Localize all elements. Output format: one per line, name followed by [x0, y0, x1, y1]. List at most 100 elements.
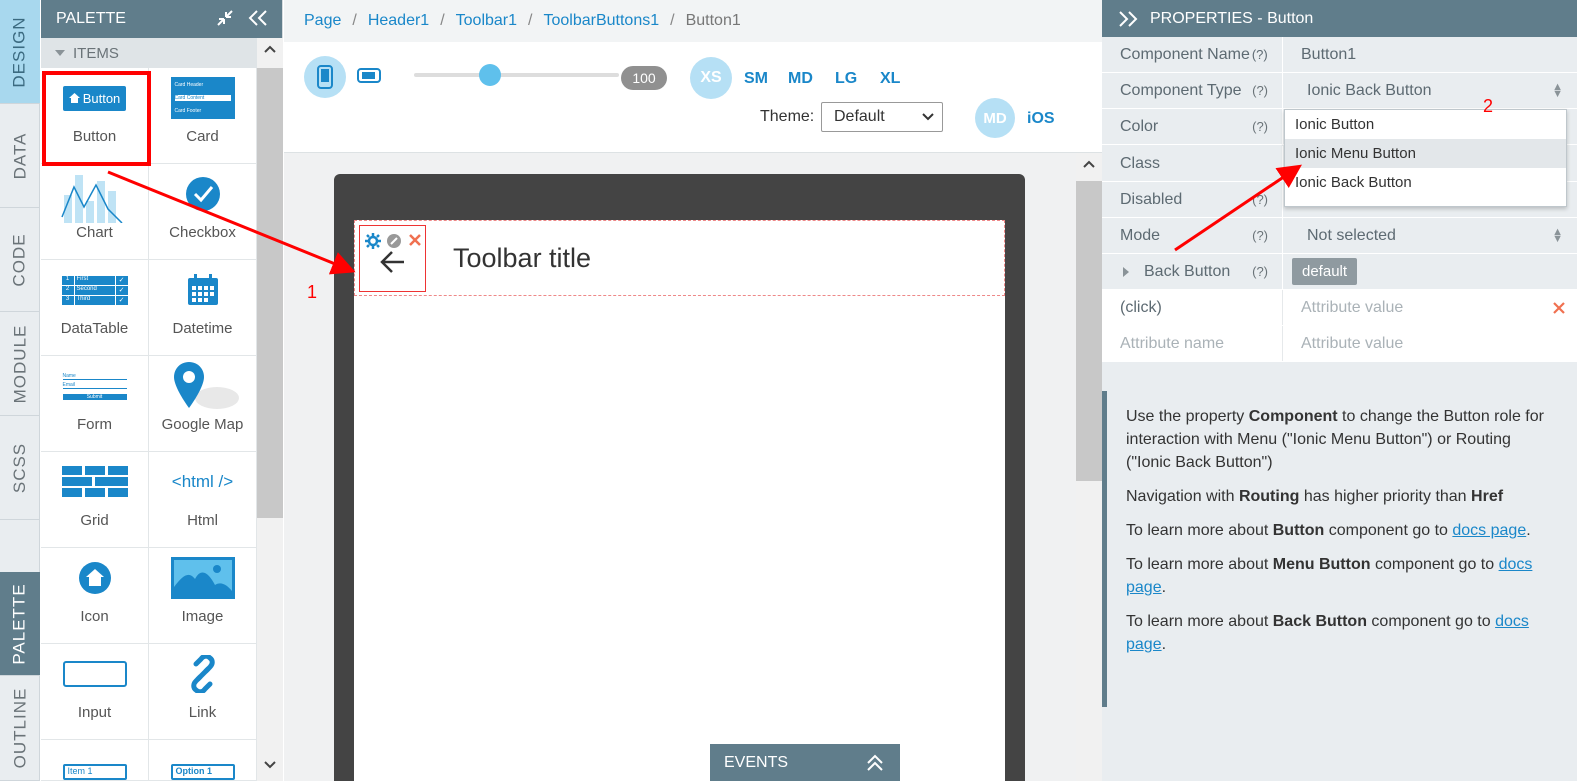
link-icon — [190, 655, 215, 693]
palette-item-datetime[interactable]: Datetime — [149, 260, 257, 356]
palette-item-form[interactable]: Name Email Submit Form — [41, 356, 149, 452]
info-paragraph-4: To learn more about Menu Button componen… — [1126, 556, 1533, 596]
device-screen: Toolbar title — [354, 220, 1005, 781]
mode-select[interactable]: Not selected ▲ ▼ — [1283, 218, 1577, 253]
button-highlight-box — [42, 71, 151, 166]
tab-module[interactable]: MODULE — [0, 312, 40, 416]
dropdown-option-ionic-menu-button[interactable]: Ionic Menu Button — [1285, 139, 1566, 168]
tablet-landscape-icon[interactable] — [357, 66, 381, 84]
collapse-triangle-icon — [55, 50, 65, 56]
info-paragraph-1: Use the property Component to change the… — [1126, 408, 1544, 471]
click-attr-name[interactable]: (click) — [1120, 299, 1162, 317]
palette-item-list[interactable]: Item 1 — [41, 740, 149, 781]
component-name-value[interactable]: Button1 — [1301, 46, 1356, 64]
prop-row-component-name: Component Name (?) Button1 — [1102, 37, 1577, 73]
palette-item-html[interactable]: <html /> Html — [149, 452, 257, 548]
canvas-scroll-thumb[interactable] — [1076, 181, 1102, 481]
calendar-icon — [187, 274, 218, 305]
input-icon — [62, 661, 127, 687]
palette-item-radio[interactable]: Option 1 — [149, 740, 257, 781]
design-canvas: Toolbar title 1 EVENTS — [284, 153, 1102, 781]
mode-ios-button[interactable]: iOS — [1027, 110, 1055, 128]
updown-arrows-icon: ▲ ▼ — [1552, 226, 1563, 245]
palette-item-icon[interactable]: Icon — [41, 548, 149, 644]
palette-item-image[interactable]: Image — [149, 548, 257, 644]
tab-palette[interactable]: PALETTE — [0, 572, 40, 676]
close-icon[interactable] — [409, 234, 421, 246]
docs-link-button[interactable]: docs page — [1452, 522, 1526, 539]
gear-icon[interactable] — [365, 233, 381, 249]
breadcrumb: Page / Header1 / Toolbar1 / ToolbarButto… — [284, 0, 1102, 42]
breadcrumb-current: Button1 — [685, 12, 741, 29]
breadcrumb-page[interactable]: Page — [304, 12, 341, 30]
palette-item-checkbox[interactable]: Checkbox — [149, 164, 257, 260]
mode-md-button[interactable]: MD — [975, 98, 1015, 138]
palette-item-grid[interactable]: Grid — [41, 452, 149, 548]
theme-select[interactable]: Default — [821, 102, 943, 132]
zoom-slider-handle[interactable] — [479, 64, 501, 86]
double-chevron-left-icon[interactable] — [248, 9, 268, 27]
events-panel-toggle[interactable]: EVENTS — [710, 744, 900, 781]
palette-item-google-map[interactable]: Google Map — [149, 356, 257, 452]
tab-code[interactable]: CODE — [0, 208, 40, 312]
ion-toolbar[interactable]: Toolbar title — [354, 220, 1005, 296]
palette-scroll-thumb[interactable] — [257, 68, 283, 518]
expand-triangle-icon[interactable] — [1122, 266, 1130, 278]
tab-data[interactable]: DATA — [0, 104, 40, 208]
items-section-header[interactable]: ITEMS — [41, 38, 257, 68]
collapse-arrows-icon[interactable] — [216, 9, 234, 27]
breakpoint-lg[interactable]: LG — [835, 70, 857, 88]
attribute-name-input[interactable]: Attribute name — [1120, 335, 1224, 353]
close-icon[interactable] — [1553, 302, 1565, 314]
prop-row-back-button: Back Button (?) default — [1102, 254, 1577, 290]
component-type-dropdown: Ionic Button Ionic Menu Button Ionic Bac… — [1284, 109, 1567, 207]
scroll-down-icon[interactable] — [263, 760, 277, 770]
list-icon: Item 1 — [62, 764, 127, 780]
breadcrumb-toolbarbuttons1[interactable]: ToolbarButtons1 — [543, 12, 659, 30]
phone-view-button[interactable] — [304, 56, 346, 98]
breakpoint-sm[interactable]: SM — [744, 70, 768, 88]
tab-outline[interactable]: OUTLINE — [0, 676, 40, 781]
breadcrumb-toolbar1[interactable]: Toolbar1 — [456, 12, 517, 30]
info-paragraph-2: Navigation with Routing has higher prior… — [1126, 488, 1504, 505]
unlink-icon[interactable] — [387, 234, 401, 248]
zoom-slider-track[interactable] — [414, 73, 619, 77]
palette-item-link[interactable]: Link — [149, 644, 257, 740]
dropdown-option-ionic-back-button[interactable]: Ionic Back Button — [1285, 168, 1566, 197]
palette-item-chart[interactable]: Chart — [41, 164, 149, 260]
theme-label: Theme: — [760, 108, 815, 125]
palette-title: PALETTE — [56, 10, 126, 27]
attribute-value-input[interactable]: Attribute value — [1301, 335, 1403, 353]
help-info-box: Use the property Component to change the… — [1102, 391, 1577, 707]
back-button-component[interactable] — [359, 225, 426, 292]
radio-icon: Option 1 — [170, 764, 235, 780]
palette-scrollbar[interactable] — [257, 38, 283, 781]
editor-area: Page / Header1 / Toolbar1 / ToolbarButto… — [284, 0, 1102, 781]
scroll-up-icon[interactable] — [263, 44, 277, 54]
datatable-icon: 1 First ✓ 2 Second ✓ 3 Third ✓ — [61, 275, 128, 305]
canvas-scrollbar[interactable] — [1076, 153, 1102, 781]
arrow-back-icon — [380, 251, 404, 273]
breakpoint-md[interactable]: MD — [788, 70, 813, 88]
dropdown-option-ionic-button[interactable]: Ionic Button — [1285, 110, 1566, 139]
card-icon: Card Header Card Content Card Footer — [170, 77, 235, 119]
double-chevron-right-icon[interactable] — [1118, 10, 1138, 27]
palette-item-datatable[interactable]: 1 First ✓ 2 Second ✓ 3 Third ✓ DataTable — [41, 260, 149, 356]
tab-design[interactable]: DESIGN — [0, 0, 40, 104]
prop-row-click: (click) Attribute value — [1102, 290, 1577, 326]
device-frame: Toolbar title — [334, 174, 1025, 781]
breakpoint-xl[interactable]: XL — [880, 70, 900, 88]
palette-item-card[interactable]: Card Header Card Content Card Footer Car… — [149, 68, 257, 164]
image-icon — [170, 557, 235, 599]
component-type-select[interactable]: Ionic Back Button ▲ ▼ — [1283, 73, 1577, 108]
scroll-up-icon[interactable] — [1082, 159, 1096, 169]
form-icon: Name Email Submit — [62, 373, 127, 400]
prop-row-new-attribute: Attribute name Attribute value — [1102, 326, 1577, 362]
breakpoint-xs[interactable]: XS — [690, 57, 732, 99]
click-attr-value-input[interactable]: Attribute value — [1301, 299, 1403, 317]
back-button-default-badge[interactable]: default — [1292, 258, 1358, 285]
tab-scss[interactable]: SCSS — [0, 416, 40, 520]
palette-item-input[interactable]: Input — [41, 644, 149, 740]
breadcrumb-header1[interactable]: Header1 — [368, 12, 429, 30]
annotation-number-1: 1 — [307, 282, 318, 302]
